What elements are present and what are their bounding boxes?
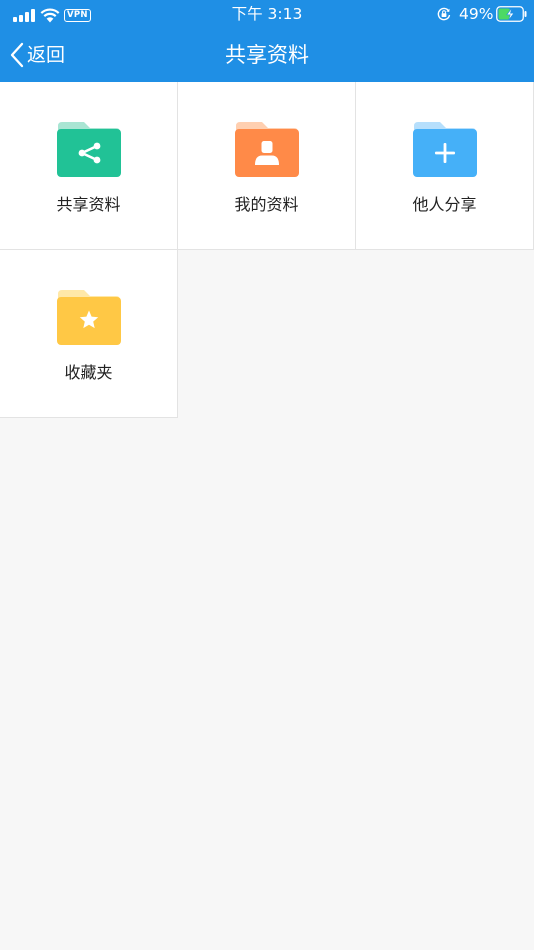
add-folder-icon	[413, 122, 477, 177]
tile-my-files[interactable]: 我的资料	[178, 82, 356, 250]
status-time: 下午 3:13	[231, 5, 303, 23]
tile-label: 他人分享	[412, 195, 477, 214]
battery-icon	[496, 6, 527, 22]
back-button[interactable]: 返回	[10, 40, 65, 70]
navigation-bar: 返回 共享资料	[0, 28, 534, 82]
tile-favorites[interactable]: 收藏夹	[0, 250, 178, 418]
status-bar: VPN 下午 3:13 49%	[0, 0, 534, 28]
tile-others-shared[interactable]: 他人分享	[356, 82, 534, 250]
tile-label: 我的资料	[234, 195, 299, 214]
rotation-lock-icon	[437, 7, 451, 21]
page-title: 共享资料	[225, 43, 309, 67]
chevron-left-icon	[10, 42, 24, 68]
tile-label: 共享资料	[56, 195, 121, 214]
share-folder-icon	[57, 122, 121, 177]
tile-shared-files[interactable]: 共享资料	[0, 82, 178, 250]
battery-percent: 49%	[459, 5, 494, 23]
wifi-icon	[40, 8, 60, 23]
user-folder-icon	[235, 122, 299, 177]
header: VPN 下午 3:13 49% 返回 共享资料	[0, 0, 534, 82]
back-label: 返回	[27, 44, 66, 66]
cellular-signal-icon	[13, 9, 35, 22]
vpn-badge: VPN	[64, 9, 91, 22]
tile-label: 收藏夹	[64, 363, 113, 382]
star-folder-icon	[57, 290, 121, 345]
